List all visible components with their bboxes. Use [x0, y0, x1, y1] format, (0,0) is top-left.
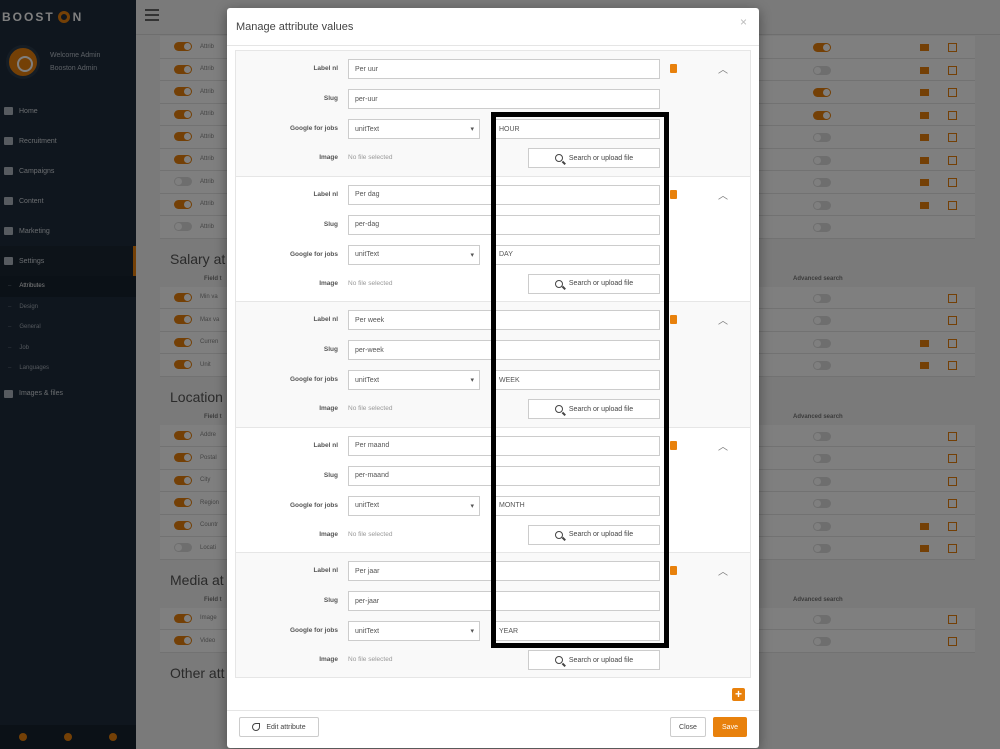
label-nl-label: Label nl — [313, 316, 338, 324]
trash-icon[interactable] — [670, 189, 677, 199]
wrench-icon — [252, 723, 261, 731]
google-type-select[interactable]: unitText — [348, 621, 480, 642]
chevron-up-icon[interactable]: ︿ — [718, 187, 728, 202]
google-type-select[interactable]: unitText — [348, 119, 480, 139]
image-label: Image — [319, 154, 338, 161]
modal-footer-divider — [227, 710, 759, 711]
modal-title: Manage attribute values — [236, 20, 354, 33]
trash-icon[interactable] — [670, 315, 677, 325]
label-nl-label: Label nl — [313, 441, 338, 449]
no-file-text: No file selected — [348, 530, 393, 538]
no-file-text: No file selected — [348, 154, 393, 161]
image-label: Image — [319, 530, 338, 538]
google-type-select[interactable]: unitText — [348, 370, 480, 391]
google-for-jobs-label: Google for jobs — [289, 250, 338, 258]
slug-input[interactable]: per-uur — [348, 89, 660, 109]
slug-label: Slug — [323, 597, 338, 605]
trash-icon[interactable] — [670, 440, 677, 450]
save-button[interactable]: Save — [713, 717, 747, 737]
search-icon — [554, 656, 563, 665]
no-file-text: No file selected — [348, 405, 393, 413]
highlight-box — [491, 112, 669, 648]
trash-icon[interactable] — [670, 64, 677, 73]
chevron-up-icon[interactable]: ︿ — [718, 61, 728, 76]
slug-label: Slug — [323, 471, 338, 479]
google-for-jobs-label: Google for jobs — [289, 501, 338, 509]
label-nl-label: Label nl — [313, 567, 338, 575]
close-icon[interactable]: × — [740, 15, 747, 29]
label-nl-label: Label nl — [313, 65, 338, 72]
image-label: Image — [319, 656, 338, 664]
google-for-jobs-label: Google for jobs — [289, 627, 338, 635]
label-nl-label: Label nl — [313, 190, 338, 198]
chevron-up-icon[interactable]: ︿ — [718, 563, 728, 578]
no-file-text: No file selected — [348, 656, 393, 664]
image-label: Image — [319, 405, 338, 413]
edit-attribute-button[interactable]: Edit attribute — [239, 717, 319, 737]
label-nl-input[interactable]: Per uur — [348, 59, 660, 79]
google-type-select[interactable]: unitText — [348, 244, 480, 265]
modal-header: Manage attribute values — [227, 8, 759, 46]
google-for-jobs-label: Google for jobs — [289, 376, 338, 384]
no-file-text: No file selected — [348, 279, 393, 287]
google-for-jobs-label: Google for jobs — [289, 125, 338, 132]
slug-label: Slug — [323, 346, 338, 354]
add-value-button[interactable]: + — [732, 688, 745, 701]
trash-icon[interactable] — [670, 566, 677, 576]
slug-label: Slug — [323, 220, 338, 228]
close-button[interactable]: Close — [670, 717, 706, 737]
chevron-up-icon[interactable]: ︿ — [718, 438, 728, 453]
google-type-select[interactable]: unitText — [348, 495, 480, 516]
slug-label: Slug — [323, 95, 338, 102]
image-label: Image — [319, 279, 338, 287]
search-upload-button[interactable]: Search or upload file — [528, 650, 660, 671]
chevron-up-icon[interactable]: ︿ — [718, 312, 728, 327]
